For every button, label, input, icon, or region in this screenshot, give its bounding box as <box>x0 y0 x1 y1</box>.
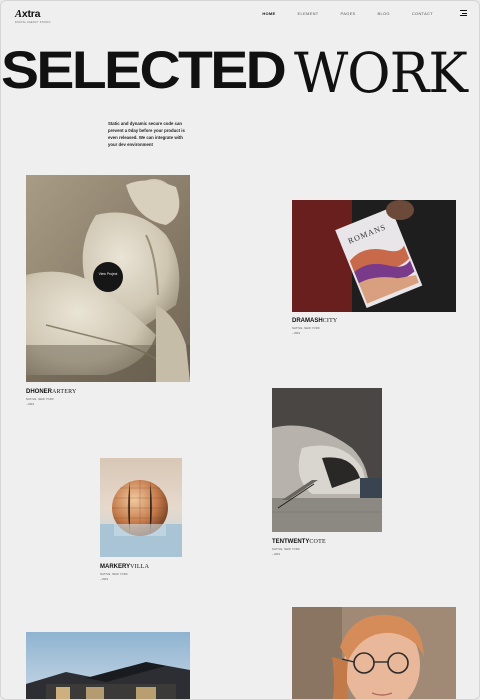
project-title-thin: CITY <box>322 318 338 324</box>
project-location: NATIVE, NEW YORK <box>292 327 320 330</box>
view-project-button[interactable]: View Project <box>93 262 123 292</box>
project-year: – 2019 <box>272 553 280 556</box>
book-image: ROMANS <box>292 200 456 312</box>
project-image-markery-villa[interactable] <box>100 458 182 557</box>
project-image-portrait[interactable] <box>292 607 456 699</box>
project-title-bold: MARKERY <box>100 564 131 570</box>
logo-text: xtra <box>21 8 41 20</box>
project-title-thin: ARTERY <box>52 389 77 395</box>
project-year: – 2019 <box>100 578 108 581</box>
view-project-label: View Project <box>98 272 118 276</box>
menu-line <box>460 15 467 16</box>
project-caption-dhoner[interactable]: DHONERARTERY NATIVE, NEW YORK – 2019 <box>26 389 77 406</box>
project-image-dramash-city[interactable]: ROMANS <box>292 200 456 312</box>
project-location: NATIVE, NEW YORK <box>100 573 128 576</box>
staircase-image <box>272 388 382 532</box>
project-image-house[interactable] <box>26 632 190 699</box>
hero-description: Static and dynamic secure code can preve… <box>108 121 185 147</box>
project-title-thin: VILLA <box>130 564 150 570</box>
project-title-bold: DHONER <box>26 389 53 395</box>
house-image <box>26 632 190 699</box>
project-location: NATIVE, NEW YORK <box>272 548 300 551</box>
nav-item-contact[interactable]: CONTACT <box>412 11 433 16</box>
project-title-thin: COTE <box>309 539 326 545</box>
main-nav: HOME ELEMENT PAGES BLOG CONTACT <box>240 11 433 16</box>
project-image-tentwenty-cote[interactable] <box>272 388 382 532</box>
nav-item-element[interactable]: ELEMENT <box>298 11 319 16</box>
project-caption-dramash[interactable]: DRAMASHCITY NATIVE, NEW YORK – 2019 <box>292 318 337 335</box>
menu-line <box>460 10 467 11</box>
logo[interactable]: Axtra DIGITAL AGENCY STUDIO <box>15 8 51 24</box>
hero-title-thin: WORK <box>294 41 468 105</box>
project-title-bold: DRAMASH <box>292 318 323 324</box>
nav-item-blog[interactable]: BLOG <box>378 11 390 16</box>
logo-tagline: DIGITAL AGENCY STUDIO <box>15 21 51 24</box>
project-title-bold: TENTWENTY <box>272 539 310 545</box>
project-location: NATIVE, NEW YORK <box>26 398 54 401</box>
menu-line <box>462 12 467 14</box>
logo-letter: A <box>15 9 22 20</box>
project-image-dhoner-artery[interactable]: View Project <box>26 175 190 382</box>
disco-ball-image <box>100 458 182 557</box>
project-year: – 2019 <box>26 403 34 406</box>
nav-item-home[interactable]: HOME <box>262 11 275 16</box>
hamburger-menu-icon[interactable] <box>460 10 467 16</box>
hero-title-bold: SELECTED <box>1 41 287 101</box>
page-frame: Axtra DIGITAL AGENCY STUDIO HOME ELEMENT… <box>0 0 480 700</box>
project-caption-tentwenty[interactable]: TENTWENTYCOTE NATIVE, NEW YORK – 2019 <box>272 539 326 556</box>
nav-item-pages[interactable]: PAGES <box>341 11 356 16</box>
project-year: – 2019 <box>292 332 300 335</box>
hero-title: SELECTED WORK <box>1 41 479 105</box>
project-caption-markery[interactable]: MARKERYVILLA NATIVE, NEW YORK – 2019 <box>100 564 149 581</box>
portrait-image <box>292 607 456 699</box>
